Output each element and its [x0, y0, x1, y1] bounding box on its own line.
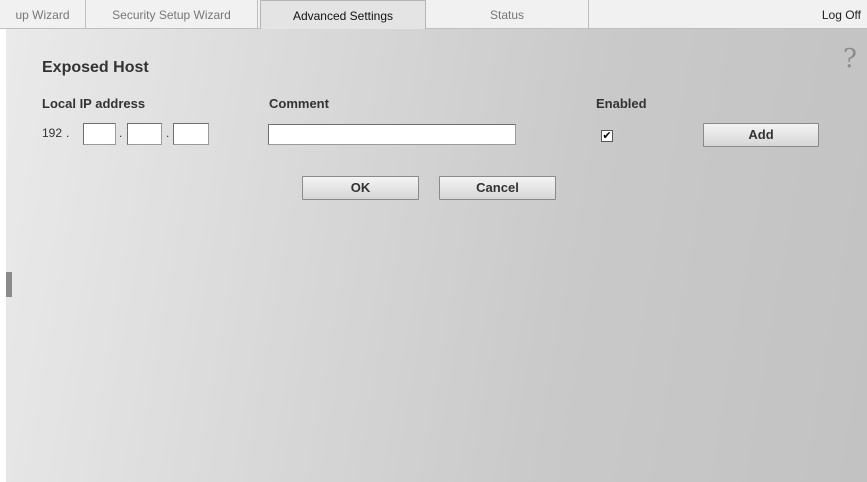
side-scroll-marker	[6, 272, 12, 297]
ip-octet-2-input[interactable]	[83, 123, 116, 145]
tab-advanced-settings[interactable]: Advanced Settings	[260, 0, 426, 30]
ip-separator: .	[119, 126, 123, 140]
log-off-link[interactable]: Log Off	[822, 0, 861, 28]
ip-octet-4-input[interactable]	[173, 123, 209, 145]
ip-octet-3-input[interactable]	[127, 123, 162, 145]
comment-label: Comment	[269, 96, 329, 111]
tab-status[interactable]: Status	[426, 0, 589, 28]
tab-security-setup-wizard[interactable]: Security Setup Wizard	[86, 0, 258, 28]
tab-setup-wizard[interactable]: up Wizard	[0, 0, 86, 28]
help-icon[interactable]: ?	[843, 44, 857, 74]
local-ip-label: Local IP address	[42, 96, 146, 111]
tab-bar: up Wizard Security Setup Wizard Advanced…	[0, 0, 867, 30]
content-panel: ? Exposed Host Local IP address Comment …	[6, 29, 867, 482]
enabled-label: Enabled	[596, 96, 647, 111]
ip-separator: .	[166, 126, 170, 140]
enabled-checkbox[interactable]: ✔	[601, 130, 613, 142]
check-mark-icon: ✔	[602, 130, 612, 142]
ip-prefix: 192	[42, 126, 63, 140]
ip-separator: .	[66, 126, 70, 140]
section-title: Exposed Host	[42, 59, 149, 76]
comment-input[interactable]	[268, 124, 516, 145]
add-button[interactable]: Add	[703, 123, 819, 147]
ok-button[interactable]: OK	[302, 176, 419, 200]
cancel-button[interactable]: Cancel	[439, 176, 556, 200]
